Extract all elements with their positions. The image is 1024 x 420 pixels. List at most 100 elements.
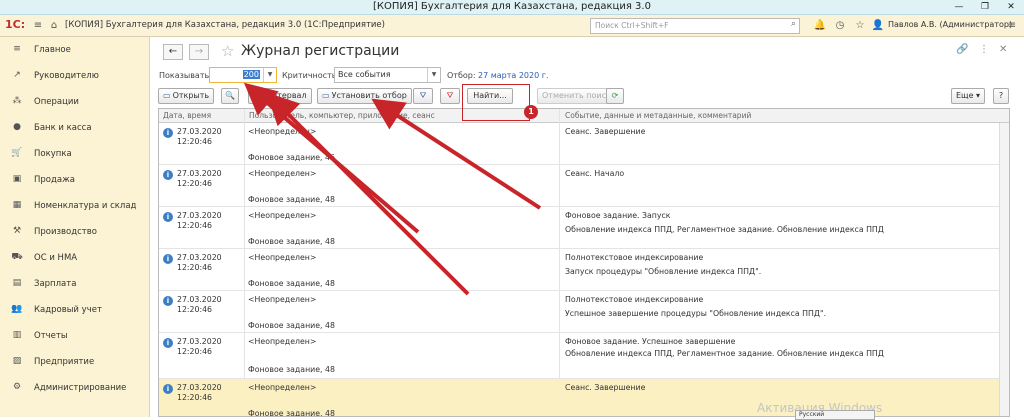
interval-button[interactable]: (•) Интервал — [248, 88, 312, 104]
sidebar-item-production[interactable]: ⚒ Производство — [0, 219, 150, 245]
row-time: 12:20:46 — [177, 305, 213, 314]
minimize-button[interactable]: — — [946, 0, 972, 15]
sidebar-item-bank[interactable]: ● Банк и касса — [0, 115, 150, 141]
sidebar-item-label: Зарплата — [34, 279, 77, 289]
app-toolbar: 1С: ≡ ⌂ [КОПИЯ] Бухгалтерия для Казахста… — [0, 15, 1024, 37]
trend-icon: ↗ — [13, 70, 21, 80]
sidebar-item-manager[interactable]: ↗ Руководителю — [0, 63, 150, 89]
close-window-button[interactable]: ✕ — [998, 0, 1024, 15]
home-icon[interactable]: ⌂ — [46, 18, 62, 34]
search-icon[interactable]: ⌕ — [791, 19, 796, 29]
enterprise-icon: ▨ — [12, 356, 22, 366]
current-user[interactable]: Павлов А.В. (Администратор) — [888, 20, 1012, 29]
sidebar-item-administration[interactable]: ⚙ Администрирование — [0, 375, 150, 401]
set-filter-button[interactable]: ▭ Установить отбор — [317, 88, 412, 104]
filter-funnel-button[interactable]: ⛛ — [413, 88, 433, 104]
help-button[interactable]: ? — [993, 88, 1009, 104]
sidebar-item-purchase[interactable]: 🛒 Покупка — [0, 141, 150, 167]
open-icon: ▭ — [163, 91, 171, 100]
sidebar-item-label: Операции — [34, 97, 79, 107]
table-row[interactable]: i 27.03.2020 12:20:46 <Неопределен> Фоно… — [159, 165, 999, 207]
history-icon[interactable]: ◷ — [832, 18, 848, 34]
cancel-search-button[interactable]: Отменить поиск — [537, 88, 616, 104]
sidebar-item-main[interactable]: ≡ Главное — [0, 37, 150, 63]
link-icon[interactable]: 🔗 — [956, 44, 968, 55]
row-user: <Неопределен> — [248, 337, 317, 346]
row-time: 12:20:46 — [177, 179, 213, 188]
forward-button[interactable]: → — [189, 44, 209, 60]
event-log-table: Дата, время Пользователь, компьютер, при… — [158, 108, 1010, 417]
info-icon: i — [163, 254, 173, 264]
info-icon: i — [163, 212, 173, 222]
column-header-date[interactable]: Дата, время — [163, 111, 211, 120]
interval-label: Интервал — [265, 91, 307, 100]
row-time: 12:20:46 — [177, 263, 213, 272]
settings-menu-icon[interactable]: ≡ — [1004, 18, 1020, 34]
row-time: 12:20:46 — [177, 393, 213, 402]
funnel-icon: ⛛ — [419, 91, 427, 100]
sidebar-item-enterprise[interactable]: ▨ Предприятие — [0, 349, 150, 375]
chevron-down-icon[interactable]: ▼ — [427, 68, 440, 82]
table-row[interactable]: i 27.03.2020 12:20:46 <Неопределен> Фоно… — [159, 123, 999, 165]
chevron-down-icon[interactable]: ▼ — [263, 68, 276, 82]
sidebar-item-operations[interactable]: ⁂ Операции — [0, 89, 150, 115]
row-date: 27.03.2020 — [177, 253, 222, 262]
row-event: Фоновое задание. Успешное завершение — [565, 337, 736, 346]
back-button[interactable]: ← — [163, 44, 183, 60]
row-task: Фоновое задание, 48 — [248, 279, 335, 288]
criticality-select[interactable]: Все события ▼ — [334, 67, 441, 83]
row-user: <Неопределен> — [248, 211, 317, 220]
restore-button[interactable]: ❐ — [972, 0, 998, 15]
window-title: [КОПИЯ] Бухгалтерия для Казахстана, реда… — [373, 1, 651, 12]
interval-icon: (•) — [253, 91, 264, 100]
more-vertical-icon[interactable]: ⋮ — [979, 44, 989, 55]
tools-icon: ⚒ — [12, 226, 22, 236]
magnifier-icon: 🔍 — [225, 91, 235, 100]
page-title: Журнал регистрации — [241, 43, 400, 59]
row-details: Запуск процедуры "Обновление индекса ППД… — [565, 267, 762, 276]
show-count-field[interactable]: 200 ▼ — [209, 67, 277, 83]
table-row[interactable]: i 27.03.2020 12:20:46 <Неопределен> Фоно… — [159, 333, 999, 379]
open-button[interactable]: ▭ Открыть — [158, 88, 215, 104]
table-row[interactable]: i 27.03.2020 12:20:46 <Неопределен> Фоно… — [159, 291, 999, 333]
row-user: <Неопределен> — [248, 383, 317, 392]
row-task: Фоновое задание, 48 — [248, 321, 335, 330]
row-date: 27.03.2020 — [177, 295, 222, 304]
column-header-event[interactable]: Событие, данные и метаданные, комментари… — [565, 111, 751, 120]
vertical-scrollbar[interactable] — [999, 123, 1009, 416]
sidebar-item-label: Покупка — [34, 149, 72, 159]
row-event: Полнотекстовое индексирование — [565, 253, 704, 262]
sidebar-item-sales[interactable]: ▣ Продажа — [0, 167, 150, 193]
global-search-input[interactable]: Поиск Ctrl+Shift+F ⌕ — [590, 18, 800, 34]
refresh-icon: ⟳ — [611, 91, 619, 100]
sidebar-item-label: Банк и касса — [34, 123, 92, 133]
row-event: Фоновое задание. Запуск — [565, 211, 671, 220]
close-icon[interactable]: ✕ — [999, 44, 1007, 55]
search-params-button[interactable]: 🔍 — [221, 88, 239, 104]
row-event: Сеанс. Завершение — [565, 383, 646, 392]
sidebar-item-hr[interactable]: 👥 Кадровый учет — [0, 297, 150, 323]
refresh-button[interactable]: ⟳ — [606, 88, 624, 104]
table-row[interactable]: i 27.03.2020 12:20:46 <Неопределен> Фоно… — [159, 249, 999, 291]
sidebar-item-warehouse[interactable]: ▦ Номенклатура и склад — [0, 193, 150, 219]
more-button[interactable]: Еще ▾ — [951, 88, 986, 104]
menu-icon[interactable]: ≡ — [30, 18, 46, 34]
favorite-star-icon[interactable]: ☆ — [221, 42, 234, 60]
column-header-user[interactable]: Пользователь, компьютер, приложение, сеа… — [249, 111, 435, 120]
sidebar-item-salary[interactable]: ▤ Зарплата — [0, 271, 150, 297]
warehouse-icon: ▦ — [12, 200, 22, 210]
find-button-highlight — [462, 84, 530, 121]
table-row[interactable]: i 27.03.2020 12:20:46 <Неопределен> Фоно… — [159, 207, 999, 249]
main-content: ← → ☆ Журнал регистрации 🔗 ⋮ ✕ Показыват… — [151, 37, 1024, 417]
clear-filter-button[interactable]: ⛛ — [440, 88, 460, 104]
selection-date-link[interactable]: 27 марта 2020 г. — [478, 71, 549, 80]
bell-icon[interactable]: 🔔 — [812, 18, 828, 34]
window-titlebar: [КОПИЯ] Бухгалтерия для Казахстана, реда… — [0, 0, 1024, 15]
sidebar-item-assets[interactable]: ⛟ ОС и НМА — [0, 245, 150, 271]
row-time: 12:20:46 — [177, 137, 213, 146]
sidebar-item-label: Продажа — [34, 175, 75, 185]
favorites-icon[interactable]: ☆ — [852, 18, 868, 34]
open-label: Открыть — [172, 91, 210, 100]
row-task: Фоновое задание, 46 — [248, 153, 335, 162]
sidebar-item-reports[interactable]: ▥ Отчеты — [0, 323, 150, 349]
